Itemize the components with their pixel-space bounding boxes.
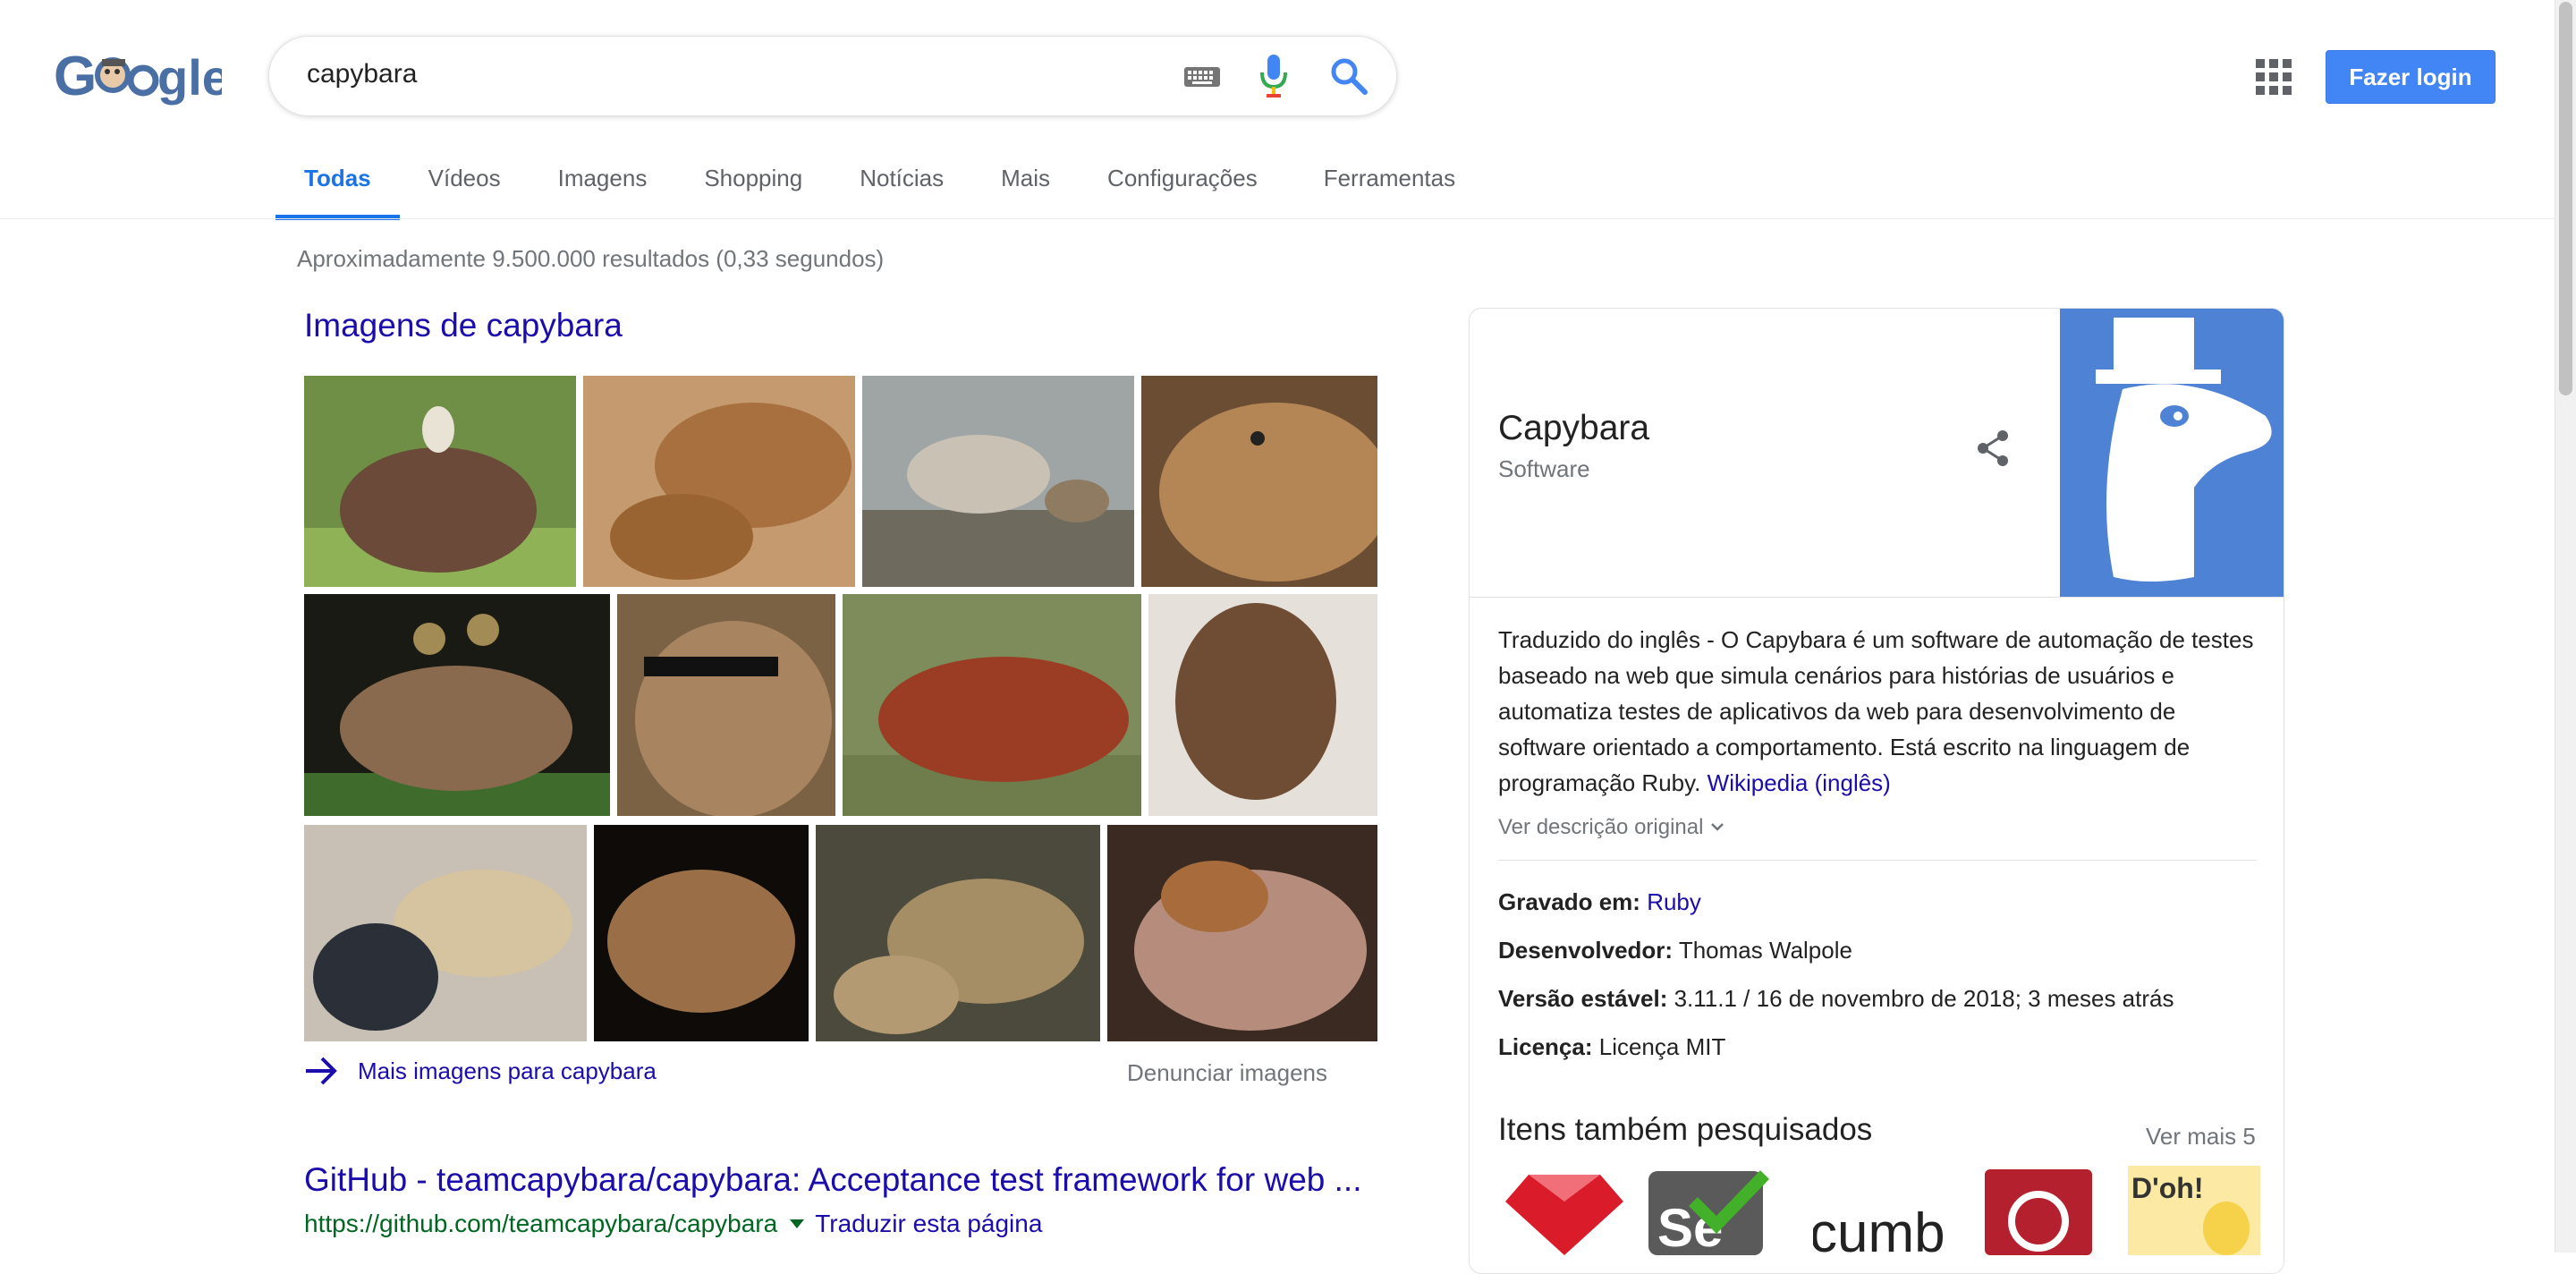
see-more-link[interactable]: Ver mais 5: [2146, 1123, 2256, 1151]
capybara-image-8[interactable]: [1148, 594, 1377, 816]
search-icon[interactable]: [1329, 56, 1368, 100]
report-images-link[interactable]: Denunciar imagens: [1127, 1059, 1327, 1087]
result-stats: Aproximadamente 9.500.000 resultados (0,…: [297, 245, 885, 272]
tab-all[interactable]: Todas: [275, 161, 400, 220]
more-images-label: Mais imagens para capybara: [358, 1057, 657, 1084]
wikipedia-link[interactable]: Wikipedia (inglês): [1707, 769, 1891, 796]
also-searched-cucumber[interactable]: cumb: [1813, 1166, 1945, 1255]
keyboard-icon[interactable]: [1183, 64, 1221, 94]
url-dropdown-icon[interactable]: [790, 1219, 805, 1228]
svg-text:cumb: cumb: [1813, 1202, 1945, 1255]
kp-description: Traduzido do inglês - O Capybara é um so…: [1498, 622, 2260, 801]
tab-images[interactable]: Imagens: [530, 161, 676, 218]
tab-tools[interactable]: Ferramentas: [1295, 161, 1484, 218]
capybara-image-4[interactable]: [1141, 376, 1377, 587]
capybara-image-6[interactable]: [617, 594, 835, 816]
capybara-image-12[interactable]: [1107, 825, 1377, 1041]
capybara-image-1[interactable]: [304, 376, 576, 587]
fact-license: Licença: Licença MIT: [1498, 1033, 1725, 1061]
also-searched-rspec[interactable]: [1981, 1166, 2114, 1255]
fact-developer: Desenvolvedor: Thomas Walpole: [1498, 937, 1852, 964]
fact-label: Licença:: [1498, 1033, 1593, 1060]
capybara-image-3[interactable]: [862, 376, 1134, 587]
share-icon[interactable]: [1976, 429, 2012, 472]
result-title-link[interactable]: GitHub - teamcapybara/capybara: Acceptan…: [304, 1161, 1361, 1199]
fact-value: 3.11.1 / 16 de novembro de 2018; 3 meses…: [1674, 985, 2174, 1012]
tab-news[interactable]: Notícias: [831, 161, 972, 218]
translate-link[interactable]: Traduzir esta página: [815, 1210, 1042, 1237]
scrollbar-thumb[interactable]: [2559, 2, 2572, 395]
login-button[interactable]: Fazer login: [2326, 50, 2496, 104]
page-scrollbar[interactable]: [2555, 0, 2576, 1253]
tab-more[interactable]: Mais: [972, 161, 1079, 218]
tab-shopping[interactable]: Shopping: [675, 161, 831, 218]
arrow-right-icon: [306, 1057, 337, 1085]
capybara-logo-image[interactable]: [2060, 309, 2284, 597]
svg-text:gle: gle: [157, 49, 222, 106]
kp-title: Capybara: [1498, 409, 1650, 447]
knowledge-panel: Capybara Software Traduzido do inglês - …: [1469, 308, 2284, 1274]
also-searched-selenium[interactable]: Se: [1640, 1166, 1772, 1255]
fact-label: Gravado em:: [1498, 888, 1640, 915]
ruby-link[interactable]: Ruby: [1647, 888, 1701, 915]
fact-stable-release: Versão estável: 3.11.1 / 16 de novembro …: [1498, 985, 2174, 1013]
search-input[interactable]: capybara: [307, 59, 417, 89]
original-description-toggle[interactable]: Ver descrição original: [1498, 815, 1724, 840]
fact-label: Desenvolvedor:: [1498, 937, 1674, 964]
search-box[interactable]: capybara: [268, 36, 1397, 116]
kp-divider: [1470, 597, 2284, 598]
tab-settings[interactable]: Configurações: [1079, 161, 1286, 218]
svg-text:D'oh!: D'oh!: [2131, 1172, 2203, 1204]
kp-facts-divider: [1498, 860, 2257, 861]
apps-grid-icon[interactable]: [2256, 59, 2292, 95]
search-tabs: Todas Vídeos Imagens Shopping Notícias M…: [275, 161, 1484, 220]
also-searched-heading: Itens também pesquisados: [1498, 1112, 1873, 1147]
fact-value: Thomas Walpole: [1678, 937, 1852, 964]
kp-subtitle: Software: [1498, 455, 1590, 482]
chevron-down-icon: [1711, 823, 1724, 831]
result-url: https://github.com/teamcapybara/capybara: [304, 1210, 778, 1237]
capybara-image-7[interactable]: [843, 594, 1141, 816]
fact-value: Licença MIT: [1598, 1033, 1726, 1060]
capybara-image-2[interactable]: [583, 376, 855, 587]
fact-label: Versão estável:: [1498, 985, 1668, 1012]
svg-text:G: G: [54, 46, 97, 107]
fact-written-in: Gravado em: Ruby: [1498, 888, 1701, 916]
also-searched-ruby[interactable]: [1498, 1166, 1631, 1255]
images-heading-link[interactable]: Imagens de capybara: [304, 307, 623, 344]
microphone-icon[interactable]: [1258, 53, 1290, 104]
google-doodle-logo[interactable]: G gle: [52, 43, 230, 109]
also-searched-doh[interactable]: D'oh!: [2128, 1166, 2260, 1255]
capybara-image-10[interactable]: [594, 825, 809, 1041]
capybara-image-9[interactable]: [304, 825, 587, 1041]
capybara-image-5[interactable]: [304, 594, 610, 816]
more-images-link[interactable]: Mais imagens para capybara: [304, 1056, 657, 1086]
tabs-divider: [0, 218, 2555, 219]
original-description-label: Ver descrição original: [1498, 815, 1704, 839]
result-url-line: https://github.com/teamcapybara/capybara…: [304, 1210, 1042, 1238]
capybara-image-11[interactable]: [816, 825, 1100, 1041]
tab-videos[interactable]: Vídeos: [400, 161, 530, 218]
